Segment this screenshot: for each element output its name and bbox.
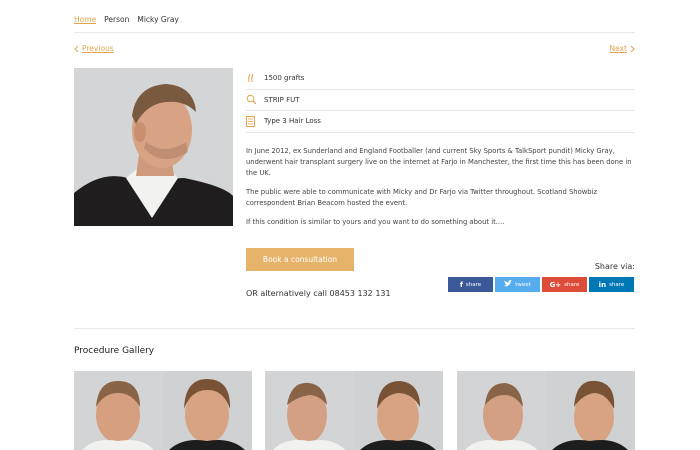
patient-portrait <box>74 68 233 226</box>
procedure-gallery-title: Procedure Gallery <box>74 346 155 356</box>
breadcrumb-home-link[interactable]: Home <box>74 15 96 24</box>
facebook-icon: f <box>459 280 463 289</box>
gallery-after-photo <box>354 371 443 450</box>
case-description: In June 2012, ex Sunderland and England … <box>246 146 635 236</box>
fact-grafts: 1500 grafts <box>246 68 635 90</box>
twitter-share-button[interactable]: tweet <box>495 277 540 292</box>
linkedin-share-button[interactable]: in share <box>589 277 634 292</box>
gallery-before-photo <box>457 371 546 450</box>
google-plus-share-label: share <box>564 281 580 288</box>
document-icon <box>246 115 264 127</box>
google-plus-share-button[interactable]: G+ share <box>542 277 587 292</box>
facebook-share-label: share <box>465 281 482 288</box>
share-title: Share via: <box>594 262 635 271</box>
previous-link[interactable]: Previous <box>74 44 114 53</box>
gallery-after-photo <box>163 371 252 450</box>
magnifier-icon <box>246 94 264 105</box>
gallery-item[interactable] <box>457 371 635 450</box>
hair-follicle-icon <box>246 73 264 83</box>
twitter-share-label: tweet <box>515 281 531 288</box>
share-buttons: f share tweet G+ share in share <box>448 277 634 292</box>
chevron-left-icon <box>74 45 79 52</box>
linkedin-icon: in <box>598 280 607 289</box>
next-label: Next <box>609 44 627 53</box>
breadcrumb-item-current: Micky Gray <box>137 15 179 24</box>
facebook-share-button[interactable]: f share <box>448 277 493 292</box>
divider <box>74 32 635 33</box>
breadcrumb: Home Person Micky Gray <box>74 15 179 24</box>
breadcrumb-item-person[interactable]: Person <box>104 15 129 24</box>
description-paragraph: The public were able to communicate with… <box>246 188 598 207</box>
gallery-item[interactable] <box>265 371 443 450</box>
fact-hair-loss-label: Type 3 Hair Loss <box>264 117 321 126</box>
linkedin-share-label: share <box>609 281 625 288</box>
gallery-item[interactable] <box>74 371 252 450</box>
book-consultation-button[interactable]: Book a consultation <box>246 248 354 271</box>
fact-technique-label: STRIP FUT <box>264 95 300 104</box>
alternative-phone-text: OR alternatively call 08453 132 131 <box>246 289 391 298</box>
fact-hair-loss-type: Type 3 Hair Loss <box>246 111 635 133</box>
google-plus-icon: G+ <box>549 280 562 289</box>
gallery-after-photo <box>546 371 635 450</box>
gallery-before-photo <box>74 371 163 450</box>
fact-grafts-label: 1500 grafts <box>264 74 305 83</box>
description-paragraph: In June 2012, ex Sunderland and England … <box>246 147 632 177</box>
description-paragraph: If this condition is similar to yours an… <box>246 218 505 226</box>
next-link[interactable]: Next <box>610 44 635 53</box>
twitter-icon <box>504 280 513 289</box>
procedure-facts: 1500 grafts STRIP FUT Type 3 Hair Loss <box>246 68 635 133</box>
gallery-before-photo <box>265 371 354 450</box>
fact-technique: STRIP FUT <box>246 90 635 111</box>
divider <box>74 328 635 329</box>
chevron-right-icon <box>630 45 635 52</box>
previous-label: Previous <box>82 44 114 53</box>
